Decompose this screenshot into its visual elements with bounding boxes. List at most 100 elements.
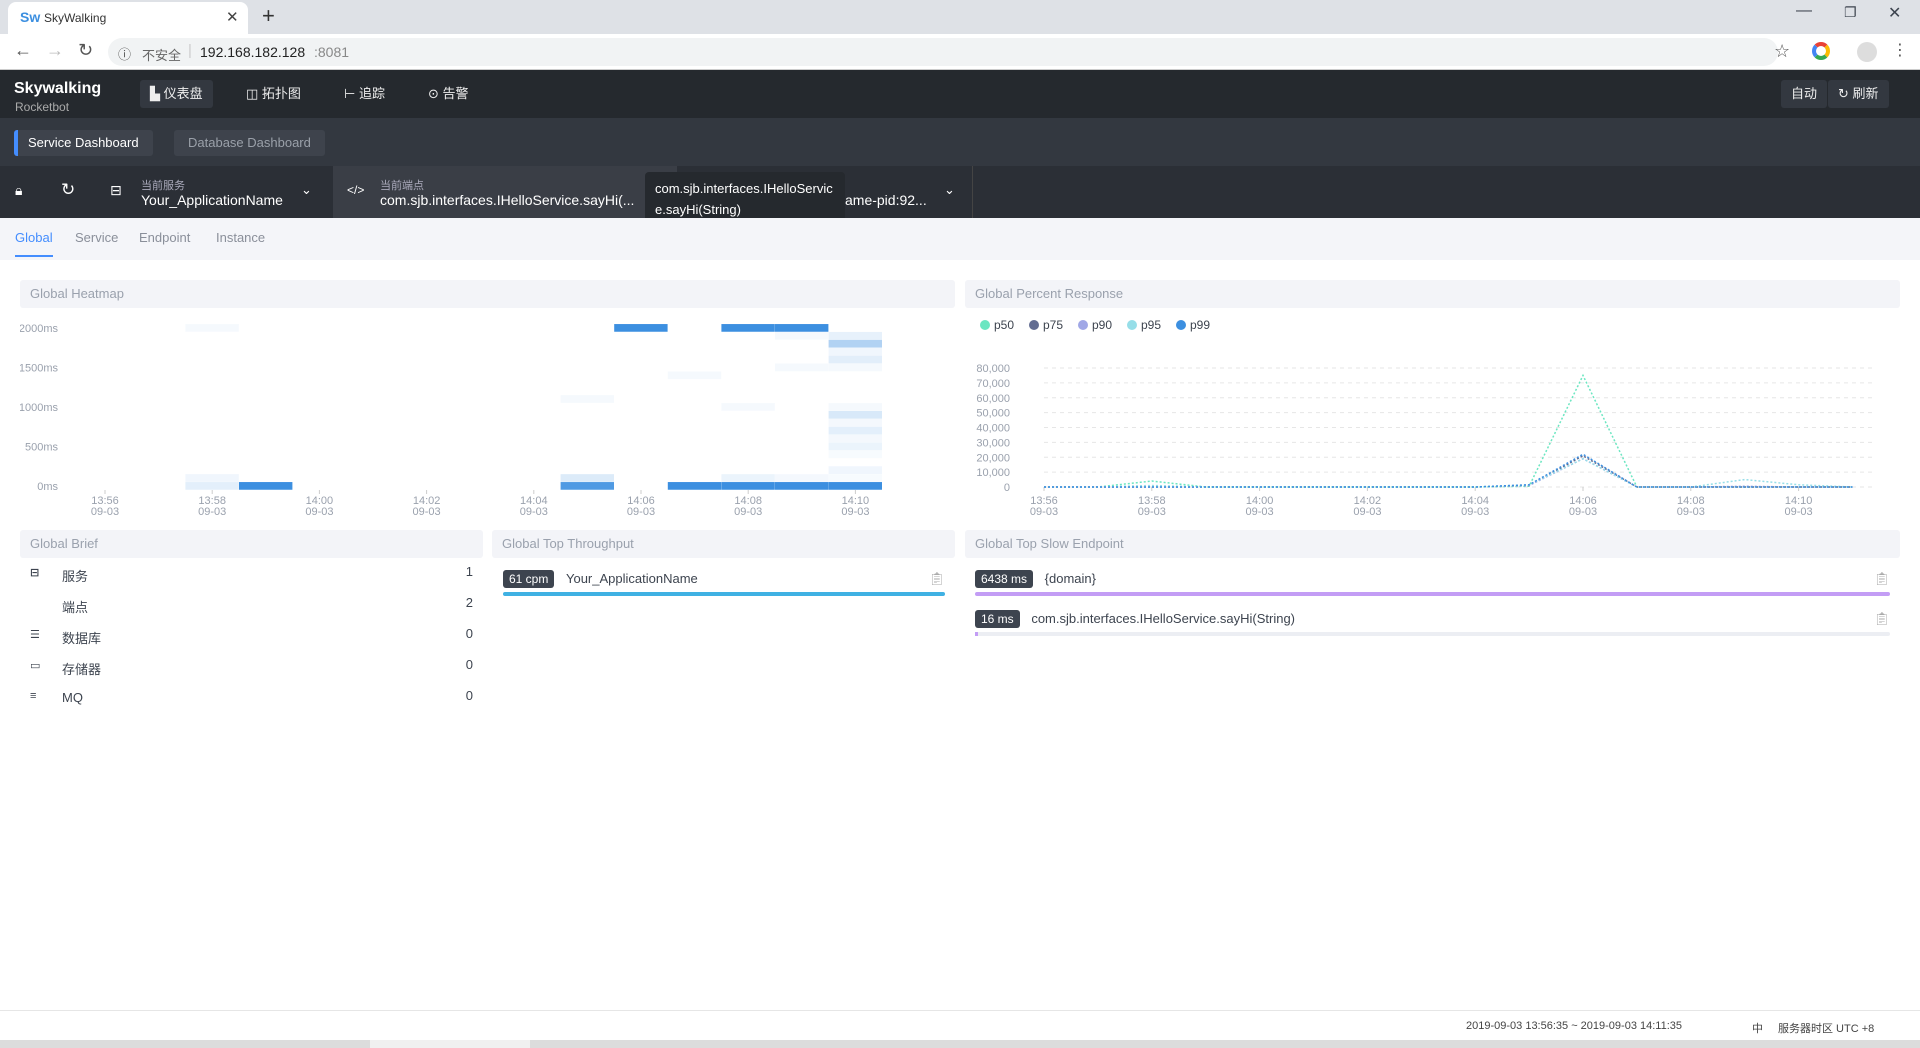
endpoint-value: com.sjb.interfaces.IHelloService.sayHi(.… [380,192,635,208]
divider: | [188,42,192,59]
heatmap-cell [185,324,239,332]
x-tick-label: 09-03 [841,506,869,518]
endpoint-caption: 当前端点 [380,180,424,192]
database-dashboard-tab[interactable]: Database Dashboard [174,130,325,156]
nav-topology[interactable]: ◫ 拓扑图 [236,80,311,108]
profile-avatar[interactable] [1857,42,1877,62]
heatmap-cell [721,474,775,482]
brief-value: 0 [465,626,473,641]
heatmap-cell [560,395,614,403]
legend-label-p75: p75 [1043,318,1063,332]
brief-value: 0 [465,657,473,672]
brief-value: 1 [465,564,473,579]
nav-dashboard[interactable]: ▙ 仪表盘 [140,80,213,108]
bookmark-star-icon[interactable]: ☆ [1774,41,1790,62]
latency-bar-track [975,632,1890,636]
legend-label-p95: p95 [1141,318,1161,332]
brief-value: 2 [465,595,473,610]
horizontal-scrollbar[interactable] [0,1040,1920,1048]
x-tick-label: 09-03 [1246,506,1274,518]
brief-label: 存储器 [62,662,102,677]
y-tick-label: 80,000 [976,363,1010,375]
clipboard-icon[interactable]: 📋︎ [1873,611,1890,627]
menu-dots-icon[interactable]: ⋮ [1892,40,1908,60]
throughput-card-title: Global Top Throughput [492,530,955,558]
url-port: :8081 [314,44,350,60]
tab-instance[interactable]: Instance [216,230,265,245]
x-tick-label: 09-03 [1138,506,1166,518]
brief-value: 0 [465,688,473,703]
service-caption: 当前服务 [141,180,185,192]
refresh-icon: ↻ [1838,86,1853,101]
tab-global[interactable]: Global [15,230,53,257]
tab-endpoint[interactable]: Endpoint [139,230,190,245]
sub-tabs: Global Service Endpoint Instance [0,218,1920,260]
latency-badge: 16 ms [975,610,1020,628]
heatmap-cell [828,426,882,435]
service-selector[interactable]: ⊟ 当前服务 Your_ApplicationName ⌄ [100,166,333,218]
x-tick-label: 09-03 [1461,506,1489,518]
legend-marker-p75 [1029,320,1039,330]
nav-label: 拓扑图 [261,86,301,101]
y-tick-label: 10,000 [976,467,1010,479]
back-icon[interactable]: ← [14,40,32,61]
minimize-icon[interactable]: — [1796,2,1812,20]
slow-card-title: Global Top Slow Endpoint [965,530,1900,558]
throughput-bar [503,592,945,596]
restore-icon[interactable]: ❐ [1844,4,1857,21]
slow-endpoint-item[interactable]: 6438 ms {domain} 📋︎ [975,570,1890,596]
heatmap-card-title: Global Heatmap [20,280,955,308]
reload-icon[interactable]: ↻ [78,40,93,61]
new-tab-icon[interactable]: + [262,3,275,29]
y-tick-label: 70,000 [976,378,1010,390]
close-window-icon[interactable]: ✕ [1888,3,1901,23]
reload-selector-icon[interactable]: ↻ [61,180,75,200]
heatmap-cell [828,442,882,451]
heatmap-cell [828,482,882,490]
heatmap-cell [775,324,829,332]
heatmap-cell [667,482,722,490]
slow-endpoint-item[interactable]: 16 ms com.sjb.interfaces.IHelloService.s… [975,610,1890,636]
endpoint-selector[interactable]: </> 当前端点 com.sjb.interfaces.IHelloServic… [333,166,677,218]
endpoint-name: {domain} [1044,571,1096,586]
latency-bar [975,592,1890,596]
y-tick-label: 500ms [25,442,59,454]
topology-icon: ◫ [246,86,262,101]
nav-trace[interactable]: ⊢ 追踪 [334,80,395,108]
x-tick-label: 09-03 [1353,506,1381,518]
trace-icon: ⊢ [344,86,359,101]
code-icon: </> [347,183,365,197]
tab-service[interactable]: Service [75,230,118,245]
language-toggle[interactable]: 中 [1752,1020,1763,1036]
x-tick-label: 09-03 [1569,506,1597,518]
url-input[interactable]: ⓘ 不安全 | 192.168.182.128 :8081 ☆ [108,38,1790,66]
nav-alarm[interactable]: ⊙ 告警 [418,80,479,108]
forward-icon[interactable]: → [46,40,64,61]
y-tick-label: 20,000 [976,452,1010,464]
legend-marker-p90 [1078,320,1088,330]
throughput-item[interactable]: 61 cpm Your_ApplicationName 📋︎ [503,570,945,596]
legend-marker-p99 [1176,320,1186,330]
auto-button[interactable]: 自动 [1781,80,1828,108]
brief-item-2: ☰ 数据库 0 [28,626,473,659]
heatmap-cell [828,474,882,482]
brief-label: 端点 [62,600,89,615]
y-tick-label: 1500ms [20,363,58,375]
time-range[interactable]: 2019-09-03 13:56:35 ~ 2019-09-03 14:11:3… [1466,1020,1682,1032]
service-dashboard-tab[interactable]: Service Dashboard [14,130,153,156]
x-tick-label: 09-03 [734,506,762,518]
heatmap-cell [828,363,882,372]
clipboard-icon[interactable]: 📋︎ [928,571,945,587]
browser-tab[interactable]: Sw SkyWalking ✕ [8,2,248,34]
scrollbar-thumb[interactable] [370,1040,530,1048]
heatmap-cell [828,410,882,419]
latency-badge: 6438 ms [975,570,1034,588]
logo: Skywalking [14,80,102,97]
close-tab-icon[interactable]: ✕ [226,8,239,26]
lock-icon[interactable]: 🔒︎ [15,182,22,199]
refresh-button[interactable]: ↻ 刷新 [1828,80,1889,108]
skywalking-favicon-icon: Sw [20,9,41,25]
extension-icon[interactable] [1812,42,1830,60]
clipboard-icon[interactable]: 📋︎ [1873,571,1890,587]
x-tick-label: 09-03 [1785,506,1813,518]
